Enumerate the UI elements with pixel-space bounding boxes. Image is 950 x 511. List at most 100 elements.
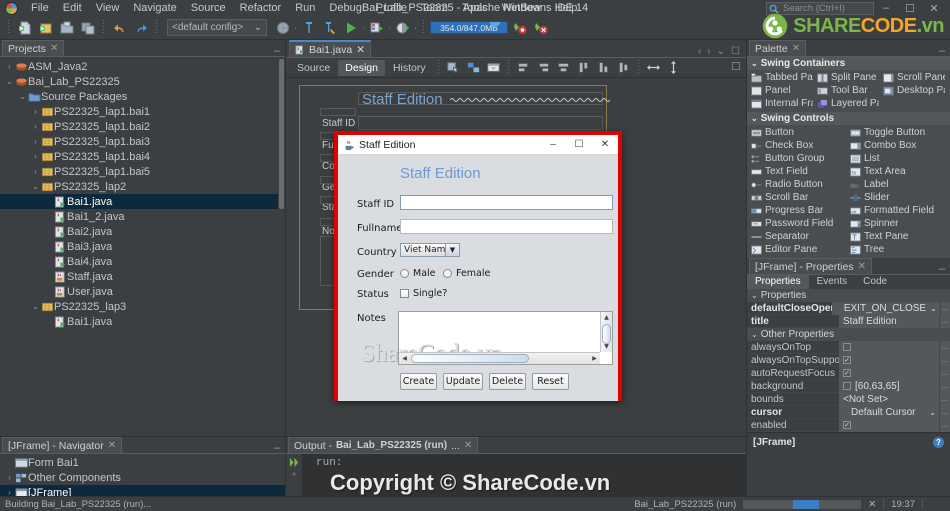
clean-and-build-icon[interactable] [320,18,339,37]
toggle-breakpoint-icon[interactable] [510,18,529,37]
chevron-down-icon[interactable]: ⌄ [17,92,28,101]
menu-item-file[interactable]: File [24,1,56,15]
save-all-icon[interactable] [78,18,97,37]
checkbox-icon[interactable] [843,382,851,390]
palette-item-scroll-pane[interactable]: Scroll Pane [881,71,947,84]
update-button[interactable]: Update [443,373,483,390]
palette-item-spinner[interactable]: Spinner [848,217,947,230]
tree-node[interactable]: ⌄ PS22325_lap3 [0,299,285,314]
property-editor-button[interactable]: ... [939,366,950,380]
create-button[interactable]: Create [400,373,437,390]
help-icon[interactable]: ? [933,437,944,448]
palette-item-layered-pane[interactable]: Layered Pane [815,97,881,110]
property-value[interactable]: [60,63,65] [839,379,939,393]
palette-item-combo-box[interactable]: Combo Box [848,139,947,152]
property-value[interactable] [839,340,939,354]
dialog-maximize-button[interactable]: ☐ [566,135,592,154]
property-editor-button[interactable]: ... [939,301,950,315]
checkbox-icon[interactable]: ✓ [843,369,851,377]
palette-item-password-field[interactable]: *** Password Field [749,217,848,230]
projects-tree[interactable]: › ASM_Java2 ⌄ Bai_Lab_PS22325 ⌄ Source Packag… [0,57,285,436]
tab-source[interactable]: Source [290,60,337,76]
output-more-icon[interactable]: » [292,471,296,478]
tab-properties-window[interactable]: [JFrame] - Properties ✕ [749,258,872,274]
property-row[interactable]: title Staff Edition... [747,314,950,328]
close-icon[interactable]: ✕ [50,43,58,54]
staff-id-input[interactable] [400,195,613,210]
tree-node[interactable]: Form Bai1 [0,455,285,470]
property-value[interactable]: EXIT_ON_CLOSE ⌄ [831,301,940,315]
checkbox-icon[interactable]: ✓ [843,421,851,429]
property-editor-button[interactable]: ... [939,418,950,432]
property-editor-button[interactable]: ... [939,314,950,328]
palette-item-internal-frame[interactable]: Internal Frame [749,97,815,110]
scroll-left-icon[interactable]: ◀ [399,353,410,364]
redo-icon[interactable] [131,18,150,37]
property-row[interactable]: alwaysOnTop... [747,340,950,354]
tree-node[interactable]: › PS22325_lap1.bai5 [0,164,285,179]
tree-node[interactable]: Bai1.java [0,314,285,329]
staff-edition-dialog[interactable]: Staff Edition – ☐ ✕ Staff Edition Staff … [334,131,622,401]
tab-properties[interactable]: Properties [747,275,809,289]
property-row[interactable]: background [60,63,65]... [747,379,950,393]
chevron-right-icon[interactable]: › [30,122,41,131]
palette-item-tabbed-pane[interactable]: Tabbed Pane [749,71,815,84]
profile-project-icon[interactable] [393,18,412,37]
property-value[interactable]: ✓ [839,353,939,367]
chevron-right-icon[interactable]: › [30,107,41,116]
navigator-tree[interactable]: Form Bai1 › Other Components › [JFrame] [0,454,285,500]
palette-category-header[interactable]: ⌄ Swing Containers [747,57,950,70]
palette-item-list[interactable]: List [848,152,947,165]
chevron-right-icon[interactable]: › [30,137,41,146]
menu-item-refactor[interactable]: Refactor [233,1,289,15]
chevron-down-icon[interactable]: ⌄ [30,182,41,191]
open-project-icon[interactable] [57,18,76,37]
status-cancel-icon[interactable]: ✕ [868,499,876,510]
palette-body[interactable]: ⌄Swing ContainersTabbed PaneSplit PaneSc… [747,57,950,258]
property-value[interactable]: ✓ [839,418,939,432]
property-value[interactable]: <Not Set> [839,392,939,406]
palette-item-text-pane[interactable]: T Text Pane [848,230,947,243]
minimize-icon[interactable]: – [939,46,945,57]
palette-item-button[interactable]: Button [749,126,848,139]
checkbox-single[interactable]: Single? [400,288,447,299]
scroll-up-icon[interactable]: ▲ [601,312,612,323]
chevron-down-icon[interactable]: ⌄ [4,77,15,86]
tab-history[interactable]: History [386,60,433,76]
scroll-right-icon[interactable]: ▶ [589,353,600,364]
align-left-icon[interactable] [514,58,533,77]
palette-item-scroll-bar[interactable]: Scroll Bar [749,191,848,204]
menu-item-view[interactable]: View [89,1,127,15]
close-icon[interactable]: ✕ [356,44,365,56]
properties-rows[interactable]: ⌄PropertiesdefaultCloseOperationEXIT_ON_… [747,289,950,432]
palette-item-tree[interactable]: Tree [848,243,947,256]
tab-code[interactable]: Code [855,275,895,289]
palette-item-text-area[interactable]: tx Text Area [848,165,947,178]
new-project-icon[interactable] [36,18,55,37]
palette-item-toggle-button[interactable]: Toggle Button [848,126,947,139]
tree-node[interactable]: Bai4.java [0,254,285,269]
search-input[interactable]: Search (Ctrl+I) [766,1,874,15]
connection-mode-icon[interactable] [464,58,483,77]
tab-navigator[interactable]: [JFrame] - Navigator ✕ [2,437,123,453]
chevron-right-icon[interactable]: › [30,167,41,176]
property-editor-button[interactable]: ... [939,379,950,393]
properties-group-header[interactable]: ⌄ Other Properties [747,328,950,341]
menu-item-profile[interactable]: Profile [369,1,414,15]
palette-item-text-field[interactable]: Text Field [749,165,848,178]
palette-item-desktop-pane[interactable]: Desktop Pane [881,84,947,97]
palette-item-label[interactable]: abc Label [848,178,947,191]
palette-item-editor-pane[interactable]: Editor Pane [749,243,848,256]
tab-projects[interactable]: Projects ✕ [2,40,65,56]
properties-group-header[interactable]: ⌄ Properties [747,289,950,302]
debug-project-icon[interactable] [367,18,386,37]
tab-design[interactable]: Design [338,59,385,76]
tree-node[interactable]: Bai1_2.java [0,209,285,224]
chevron-down-icon[interactable]: ⌄ [929,408,936,417]
notes-textarea[interactable]: ShareCode.vn ▲ ▼ ◀ ▶ [361,311,613,367]
property-value[interactable]: ✓ [839,366,939,380]
property-editor-button[interactable]: ... [939,353,950,367]
resize-vertical-icon[interactable] [664,58,683,77]
tree-node[interactable]: ⌄ Bai_Lab_PS22325 [0,74,285,89]
checkbox-icon[interactable]: ✓ [843,356,851,364]
